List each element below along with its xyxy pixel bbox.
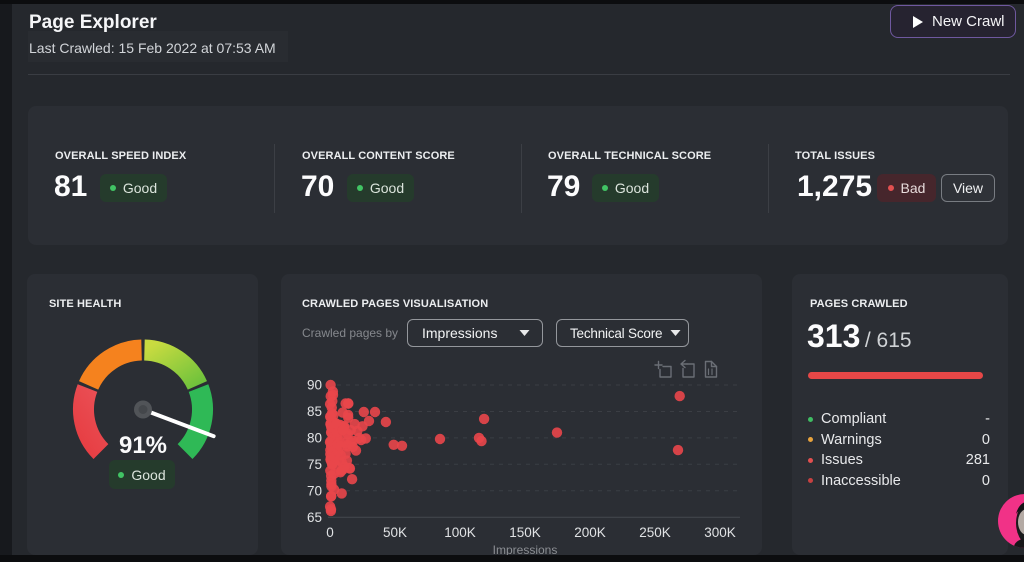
- svg-text:80: 80: [307, 430, 322, 445]
- svg-text:65: 65: [307, 510, 322, 525]
- svg-text:300K: 300K: [704, 525, 736, 540]
- svg-text:Impressions: Impressions: [493, 543, 558, 555]
- svg-text:85: 85: [307, 404, 322, 419]
- svg-text:50K: 50K: [383, 525, 407, 540]
- svg-text:100K: 100K: [444, 525, 476, 540]
- svg-text:250K: 250K: [639, 525, 671, 540]
- svg-text:70: 70: [307, 483, 322, 498]
- svg-text:0: 0: [326, 525, 334, 540]
- svg-text:150K: 150K: [509, 525, 541, 540]
- svg-text:200K: 200K: [574, 525, 606, 540]
- svg-text:75: 75: [307, 457, 322, 472]
- svg-text:90: 90: [307, 378, 322, 393]
